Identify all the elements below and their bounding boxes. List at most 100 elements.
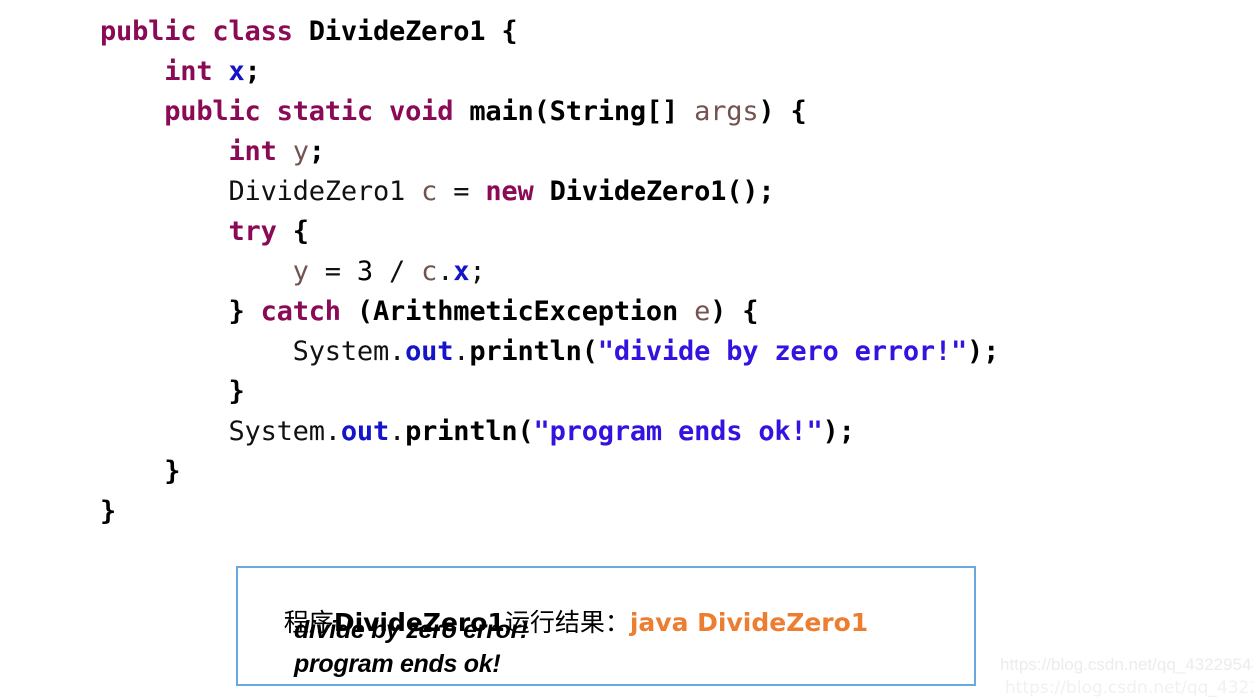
code-token-kw: try [228, 216, 277, 247]
code-token-punc: ( [533, 96, 550, 127]
code-token-punc: ; [308, 136, 325, 167]
code-token-punc: } [100, 496, 117, 527]
code-token-method: main [469, 96, 534, 127]
code-token-punc: ); [967, 336, 1000, 367]
code-token-puncln: . [389, 336, 406, 367]
code-token-puncln: = [453, 176, 470, 207]
code-token-plainln [453, 96, 469, 127]
code-token-puncln: . [324, 416, 341, 447]
code-token-type: DivideZero1 [549, 176, 727, 207]
code-token-local: c [421, 176, 438, 207]
csdn-watermark-secondary: https://blog.csdn.net/qq_43229543 [1005, 678, 1253, 698]
code-token-typepln: DivideZero1 [228, 176, 406, 207]
code-token-puncln: = [324, 256, 341, 287]
code-line: System.out.println("divide by zero error… [100, 332, 1000, 372]
code-token-punc: [] [645, 96, 695, 127]
code-line: public static void main(String[] args) { [100, 92, 999, 132]
code-line: } [100, 492, 999, 532]
code-token-plainln [341, 296, 357, 327]
code-token-type: String [549, 96, 647, 127]
code-line: y = 3 / c.x; [100, 252, 999, 292]
code-token-local: e [694, 296, 711, 327]
code-token-plainln [485, 16, 501, 47]
code-token-num: 3 [356, 256, 373, 287]
code-line: System.out.println("program ends ok!"); [100, 412, 999, 452]
code-token-type: DivideZero1 [308, 16, 486, 47]
code-token-plainln [373, 256, 389, 287]
code-token-kw: int [164, 56, 213, 87]
result-output-line: program ends ok! [294, 650, 501, 678]
code-token-plainln [678, 296, 694, 327]
code-token-plainln [469, 176, 485, 207]
code-token-local: c [421, 256, 438, 287]
code-token-method: println [405, 416, 518, 447]
code-token-punc: { [501, 16, 518, 47]
code-token-method: println [469, 336, 582, 367]
code-token-punc: { [742, 296, 759, 327]
code-token-plainln [341, 256, 357, 287]
code-line: DivideZero1 c = new DivideZero1(); [100, 172, 999, 212]
code-token-punc: ( [517, 416, 534, 447]
code-token-punc: { [790, 96, 807, 127]
result-command: java DivideZero1 [629, 608, 869, 637]
code-token-field: x [228, 56, 245, 87]
program-result-box: 程序DivideZero1运行结果：java DivideZero1 divid… [236, 566, 976, 686]
code-token-plainln [293, 16, 309, 47]
code-token-field: x [453, 256, 470, 287]
code-token-kw: public [100, 16, 197, 47]
code-token-kw: static [276, 96, 374, 127]
code-token-puncln: . [389, 416, 406, 447]
code-token-punc: { [292, 216, 309, 247]
code-token-local: args [694, 96, 759, 127]
code-token-plainln [309, 256, 325, 287]
code-token-kw: catch [260, 296, 341, 327]
code-token-puncln: . [437, 256, 454, 287]
code-token-plainln [196, 16, 212, 47]
code-token-plainln [245, 296, 261, 327]
code-line: } catch (ArithmeticException e) { [100, 292, 999, 332]
code-token-str: "divide by zero error!" [597, 336, 968, 367]
code-token-kw: void [389, 96, 454, 127]
code-token-field: out [340, 416, 390, 447]
code-token-punc: ( [356, 296, 373, 327]
csdn-watermark: https://blog.csdn.net/qq_43229543 [1000, 655, 1253, 674]
code-block: public class DivideZero1 { int x; public… [100, 12, 999, 532]
code-line: try { [100, 212, 999, 252]
code-token-punc: ) [710, 296, 743, 327]
code-line: } [100, 452, 999, 492]
code-token-plainln [405, 256, 421, 287]
code-token-plainln [277, 216, 293, 247]
code-token-punc: ); [822, 416, 855, 447]
code-token-plainln [212, 56, 228, 87]
code-token-plainln [437, 176, 453, 207]
code-token-puncln: . [453, 336, 470, 367]
code-line: public class DivideZero1 { [100, 12, 999, 52]
code-token-local: y [292, 256, 309, 287]
result-output-line: divide by zero error! [294, 616, 529, 644]
code-token-local: y [292, 136, 309, 167]
code-token-punc: } [228, 376, 245, 407]
code-token-punc: } [164, 456, 181, 487]
code-token-plainln [405, 176, 421, 207]
code-token-punc: ) [758, 96, 791, 127]
code-token-kw: new [485, 176, 534, 207]
code-token-puncln: ; [469, 256, 486, 287]
code-token-kw: public [164, 96, 261, 127]
code-token-plainln [373, 96, 389, 127]
code-token-plainln: System [228, 416, 325, 447]
code-token-plainln [261, 96, 277, 127]
code-token-punc: (); [726, 176, 775, 207]
code-token-punc: } [228, 296, 245, 327]
code-line: } [100, 372, 999, 412]
code-token-puncln: / [389, 256, 406, 287]
code-line: int y; [100, 132, 999, 172]
